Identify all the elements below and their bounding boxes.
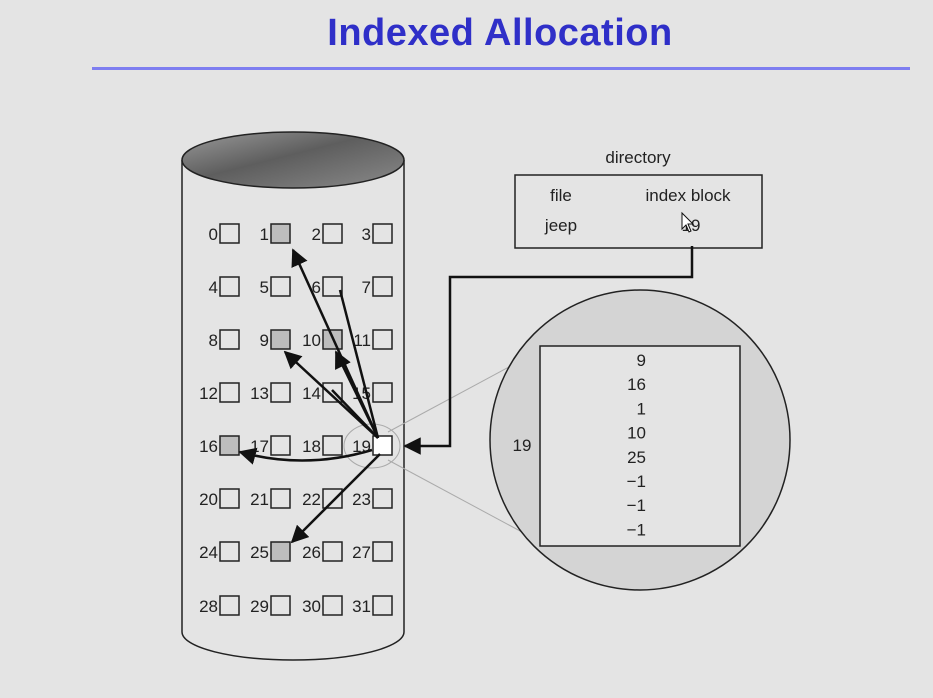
disk-block-23[interactable] [372, 488, 393, 509]
disk-block-25[interactable] [270, 541, 291, 562]
disk-block-label-28: 28 [199, 597, 218, 616]
disk-block-17[interactable] [270, 435, 291, 456]
disk-block-label-27: 27 [352, 543, 371, 562]
disk-block-4[interactable] [219, 276, 240, 297]
disk-block-label-5: 5 [260, 278, 269, 297]
disk-block-8[interactable] [219, 329, 240, 350]
index-entry-3: 10 [627, 424, 646, 443]
directory-col-file: file [550, 186, 572, 205]
disk-block-13[interactable] [270, 382, 291, 403]
disk-block-label-26: 26 [302, 543, 321, 562]
index-entry-2: 1 [637, 399, 646, 418]
disk-block-2[interactable] [322, 223, 343, 244]
disk-block-22[interactable] [322, 488, 343, 509]
index-entry-6: −1 [627, 496, 646, 515]
disk-block-label-29: 29 [250, 597, 269, 616]
disk-block-19[interactable] [372, 435, 393, 456]
directory-col-index-block: index block [645, 186, 731, 205]
disk-block-18[interactable] [322, 435, 343, 456]
disk-block-label-8: 8 [209, 331, 218, 350]
disk-block-label-9: 9 [260, 331, 269, 350]
disk-block-28[interactable] [219, 595, 240, 616]
disk-block-label-2: 2 [312, 225, 321, 244]
index-entry-4: 25 [627, 448, 646, 467]
disk-block-label-3: 3 [362, 225, 371, 244]
disk-block-label-0: 0 [209, 225, 218, 244]
disk-block-5[interactable] [270, 276, 291, 297]
disk-block-label-30: 30 [302, 597, 321, 616]
disk-block-31[interactable] [372, 595, 393, 616]
disk-block-label-31: 31 [352, 597, 371, 616]
disk-block-12[interactable] [219, 382, 240, 403]
disk-block-label-12: 12 [199, 384, 218, 403]
index-block-label: 19 [513, 436, 532, 455]
disk-block-label-14: 14 [302, 384, 321, 403]
disk-block-27[interactable] [372, 541, 393, 562]
disk-block-label-10: 10 [302, 331, 321, 350]
disk-block-7[interactable] [372, 276, 393, 297]
disk-block-0[interactable] [219, 223, 240, 244]
disk-block-label-25: 25 [250, 543, 269, 562]
disk-block-30[interactable] [322, 595, 343, 616]
disk-block-label-23: 23 [352, 490, 371, 509]
index-entry-7: −1 [627, 520, 646, 539]
disk-block-6[interactable] [322, 276, 343, 297]
disk-block-9[interactable] [270, 329, 291, 350]
disk-block-label-16: 16 [199, 437, 218, 456]
disk-block-label-13: 13 [250, 384, 269, 403]
disk-block-label-24: 24 [199, 543, 218, 562]
disk-block-26[interactable] [322, 541, 343, 562]
disk-block-11[interactable] [372, 329, 393, 350]
disk-block-label-17: 17 [250, 437, 269, 456]
directory-entry-file[interactable]: jeep [544, 216, 577, 235]
disk-block-label-4: 4 [209, 278, 218, 297]
disk-block-label-22: 22 [302, 490, 321, 509]
index-entry-5: −1 [627, 472, 646, 491]
disk-block-15[interactable] [372, 382, 393, 403]
disk-block-24[interactable] [219, 541, 240, 562]
directory-caption: directory [605, 148, 671, 167]
disk-block-label-7: 7 [362, 278, 371, 297]
disk-block-1[interactable] [270, 223, 291, 244]
disk-block-label-20: 20 [199, 490, 218, 509]
disk-block-label-18: 18 [302, 437, 321, 456]
disk-block-21[interactable] [270, 488, 291, 509]
disk-block-label-11: 11 [353, 331, 371, 350]
disk-block-3[interactable] [372, 223, 393, 244]
disk-block-label-1: 1 [260, 225, 269, 244]
disk-block-16[interactable] [219, 435, 240, 456]
disk-block-label-21: 21 [250, 490, 269, 509]
index-entry-0: 9 [637, 351, 646, 370]
disk-top-cap [181, 131, 405, 189]
index-entry-1: 16 [627, 375, 646, 394]
disk-block-20[interactable] [219, 488, 240, 509]
indexed-allocation-diagram: 0 1 2 34 5 6 78 9 10 1112 13 14 1516 17 18 1920 21 22 2324… [181, 131, 791, 661]
disk-block-29[interactable] [270, 595, 291, 616]
